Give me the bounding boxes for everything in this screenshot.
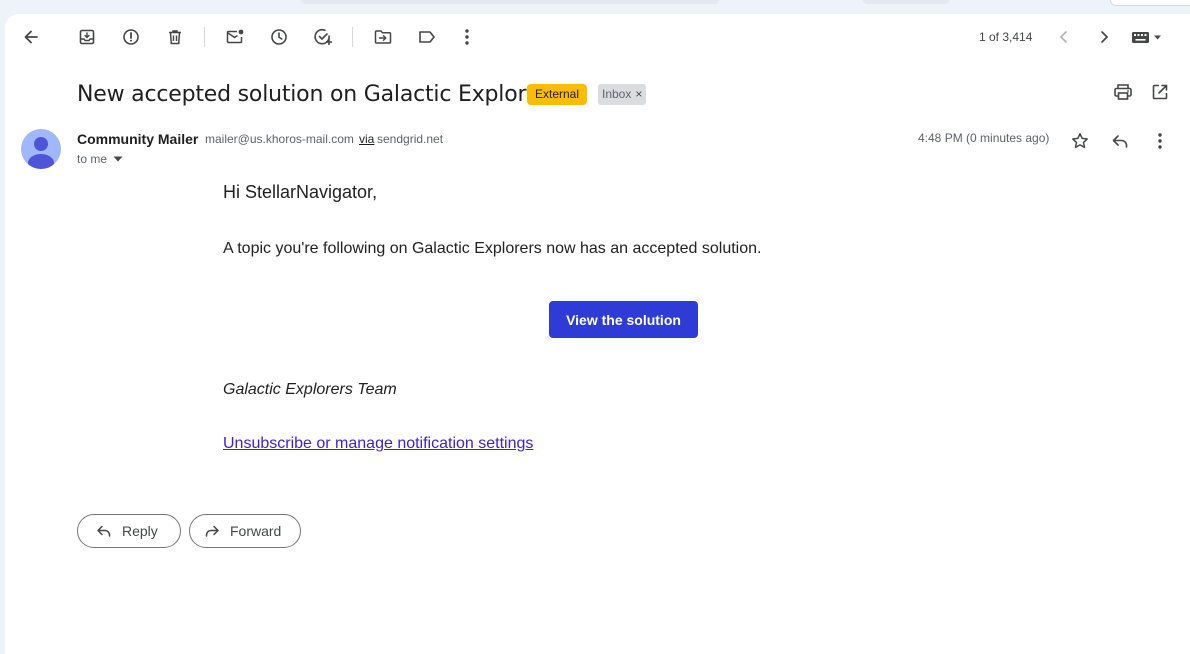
via-link[interactable]: via <box>359 132 374 146</box>
email-intro-text: A topic you're following on Galactic Exp… <box>223 240 762 257</box>
label-external: External <box>527 84 588 105</box>
more-vert-icon <box>1157 132 1163 150</box>
sender-email: mailer@us.khoros-mail.com <box>205 132 354 146</box>
top-strip <box>0 0 1190 14</box>
remove-label-icon[interactable]: × <box>635 87 642 101</box>
toolbar-divider <box>352 27 353 47</box>
chevron-left-icon <box>1058 30 1070 44</box>
mark-unread-button[interactable] <box>219 21 251 53</box>
sender-avatar[interactable] <box>21 129 61 169</box>
header-pill-edge <box>862 0 950 4</box>
message-more-button[interactable] <box>1148 129 1172 153</box>
delete-button[interactable] <box>159 21 191 53</box>
sender-name[interactable]: Community Mailer <box>77 131 198 147</box>
star-button[interactable] <box>1068 129 1092 153</box>
label-inbox: Inbox × <box>598 84 647 105</box>
more-actions-button[interactable] <box>451 21 483 53</box>
input-tools-button[interactable] <box>1127 21 1167 53</box>
view-solution-button[interactable]: View the solution <box>549 301 698 338</box>
forward-button[interactable]: Forward <box>189 514 301 548</box>
labels-button[interactable] <box>411 21 443 53</box>
move-to-icon <box>373 28 393 46</box>
star-icon <box>1071 132 1089 150</box>
report-spam-button[interactable] <box>115 21 147 53</box>
back-button[interactable] <box>15 21 47 53</box>
recipient-label: to me <box>77 152 108 166</box>
email-greeting: Hi StellarNavigator, <box>223 182 378 202</box>
forward-button-label: Forward <box>230 523 282 539</box>
older-button[interactable] <box>1088 21 1120 53</box>
print-button[interactable] <box>1111 80 1135 104</box>
open-in-new-icon <box>1151 83 1169 101</box>
print-icon <box>1113 83 1133 101</box>
reply-icon <box>96 524 112 538</box>
delete-icon <box>166 28 184 46</box>
label-icon <box>417 28 437 46</box>
toolbar-divider <box>204 27 205 47</box>
add-to-tasks-button[interactable] <box>307 21 339 53</box>
archive-icon <box>78 28 96 46</box>
report-spam-icon <box>122 28 140 46</box>
search-bar-edge <box>300 0 720 4</box>
snooze-icon <box>270 28 288 46</box>
keyboard-icon <box>1131 30 1163 44</box>
message-timestamp: 4:48 PM (0 minutes ago) <box>918 131 1050 145</box>
add-task-icon <box>313 27 333 47</box>
header-button-edge <box>1110 0 1190 6</box>
unsubscribe-link[interactable]: Unsubscribe or manage notification setti… <box>223 435 533 453</box>
forward-icon <box>204 524 220 538</box>
message-panel: 1 of 3,414 New accepted solution on Gala… <box>5 14 1190 654</box>
chevron-right-icon <box>1098 30 1110 44</box>
reply-icon-button[interactable] <box>1108 129 1132 153</box>
archive-button[interactable] <box>71 21 103 53</box>
recipient-details-toggle[interactable]: to me <box>77 152 123 166</box>
more-vert-icon <box>464 28 470 46</box>
reply-button-label: Reply <box>122 523 158 539</box>
mark-unread-icon <box>225 28 245 46</box>
email-signature: Galactic Explorers Team <box>223 381 397 398</box>
snooze-button[interactable] <box>263 21 295 53</box>
email-subject: New accepted solution on Galactic Explor… <box>77 82 560 107</box>
message-counter: 1 of 3,414 <box>979 30 1033 44</box>
via-domain: sendgrid.net <box>377 132 444 146</box>
open-in-new-window-button[interactable] <box>1148 80 1172 104</box>
label-inbox-text: Inbox <box>602 87 632 101</box>
reply-icon <box>1111 133 1129 149</box>
caret-down-icon <box>113 156 123 162</box>
newer-button[interactable] <box>1048 21 1080 53</box>
reply-button[interactable]: Reply <box>77 514 181 548</box>
arrow-left-icon <box>21 27 41 47</box>
move-to-button[interactable] <box>367 21 399 53</box>
